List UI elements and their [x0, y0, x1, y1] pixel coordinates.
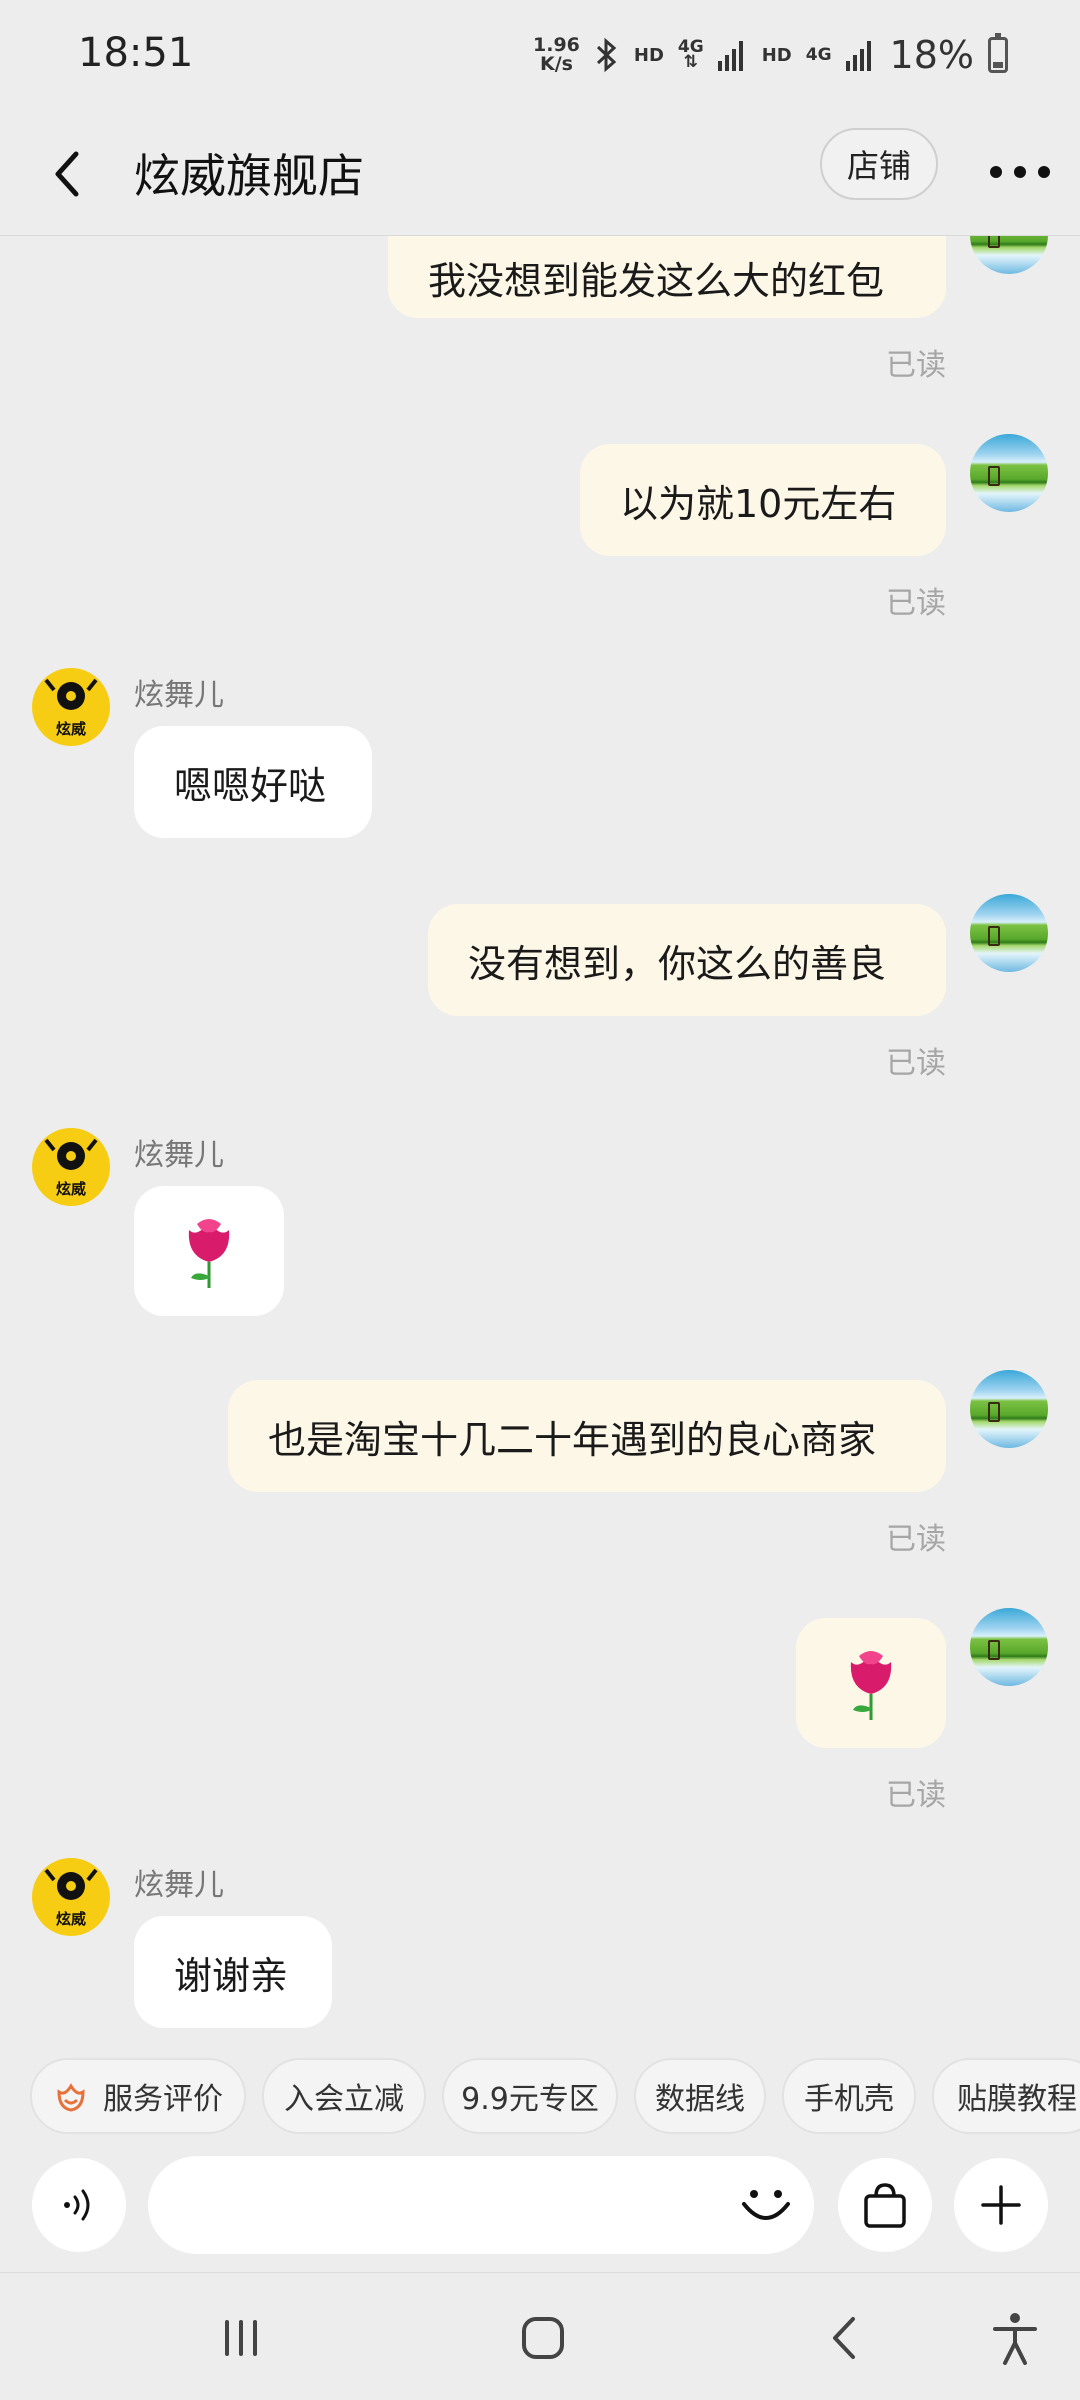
message-text: 以为就10元左右: [620, 481, 897, 526]
chat-title: 炫威旗舰店: [134, 149, 364, 203]
message-bubble-mine[interactable]: 以为就10元左右: [580, 444, 946, 556]
message-text: 谢谢亲: [174, 1953, 289, 1998]
signal-icon-1: [717, 41, 743, 71]
read-status: 已读: [886, 1522, 946, 1557]
data-arrows-icon: ⇅: [683, 52, 698, 72]
4g-label-1: 4G ⇅: [678, 39, 704, 72]
chip-label: 手机壳: [804, 2082, 894, 2117]
message-text: 没有想到，你这么的善良: [468, 941, 887, 986]
sticker-bubble-mine[interactable]: [796, 1618, 946, 1748]
shop-avatar[interactable]: 炫威: [32, 1128, 110, 1206]
system-back-button[interactable]: [810, 2303, 880, 2373]
chip-9-9-zone[interactable]: 9.9元专区: [442, 2058, 618, 2134]
message-bubble-theirs[interactable]: 谢谢亲: [134, 1916, 332, 2028]
chip-label: 数据线: [655, 2082, 745, 2117]
service-icon: [57, 2083, 85, 2112]
message-text: 也是淘宝十几二十年遇到的良心商家: [268, 1417, 877, 1462]
status-icons: 1.96 K/s HD 4G ⇅ HD 4G 18%: [533, 30, 1008, 80]
read-status: 已读: [886, 1778, 946, 1813]
recent-apps-button[interactable]: [206, 2303, 276, 2373]
chip-phone-case[interactable]: 手机壳: [782, 2058, 916, 2134]
network-speed-unit: K/s: [539, 53, 573, 75]
read-status: 已读: [886, 348, 946, 383]
shop-logo-icon: 炫威: [44, 678, 98, 738]
product-button[interactable]: [838, 2158, 932, 2252]
hd-label-1: HD: [633, 44, 664, 66]
voice-button[interactable]: [32, 2158, 126, 2252]
message-input[interactable]: [148, 2156, 814, 2254]
sender-name: 炫舞儿: [134, 1868, 224, 1903]
shop-logo-icon: 炫威: [44, 1868, 98, 1928]
chip-label: 贴膜教程: [957, 2082, 1077, 2117]
shop-avatar[interactable]: 炫威: [32, 668, 110, 746]
system-back-icon: [833, 2317, 855, 2359]
status-bar: 18:51 1.96 K/s HD 4G ⇅ HD 4G 18%: [0, 0, 1080, 110]
4g-text-2: 4G: [805, 44, 832, 65]
chip-member-discount[interactable]: 入会立减: [262, 2058, 426, 2134]
message-list[interactable]: 我没想到能发这么大的红包 已读 以为就10元左右 已读 炫威 炫舞儿 嗯嗯好哒 …: [0, 236, 1080, 2036]
chip-label: 服务评价: [103, 2082, 223, 2117]
shopping-bag-icon: [864, 2183, 906, 2228]
signal-icon-2: [845, 41, 871, 71]
my-avatar[interactable]: [970, 894, 1048, 972]
message-bubble-theirs[interactable]: 嗯嗯好哒: [134, 726, 372, 838]
message-bubble-mine[interactable]: 我没想到能发这么大的红包: [388, 236, 946, 318]
back-arrow-icon[interactable]: [44, 138, 92, 210]
home-button[interactable]: [508, 2303, 578, 2373]
message-text: 我没想到能发这么大的红包: [428, 258, 885, 303]
rose-icon: [188, 1219, 230, 1288]
shop-avatar[interactable]: 炫威: [32, 1858, 110, 1936]
voice-icon: [64, 2189, 90, 2221]
my-avatar[interactable]: [970, 236, 1048, 274]
more-options-icon[interactable]: [988, 152, 1052, 192]
bluetooth-icon: [596, 37, 617, 73]
status-time: 18:51: [78, 30, 194, 76]
sticker-bubble-theirs[interactable]: [134, 1186, 284, 1316]
sender-name: 炫舞儿: [134, 1138, 224, 1173]
hd-label-2: HD: [761, 44, 792, 66]
message-bubble-mine[interactable]: 没有想到，你这么的善良: [428, 904, 946, 1016]
chat-header: 炫威旗舰店 店铺: [0, 110, 1080, 236]
shop-button[interactable]: 店铺: [820, 128, 938, 200]
my-avatar[interactable]: [970, 1608, 1048, 1686]
input-bar: [0, 2140, 1080, 2272]
network-speed: 1.96 K/s: [533, 36, 580, 74]
more-actions-button[interactable]: [954, 2158, 1048, 2252]
message-text: 嗯嗯好哒: [174, 763, 327, 808]
sender-name: 炫舞儿: [134, 678, 224, 713]
4g-label-2: 4G: [805, 44, 832, 65]
chip-label: 入会立减: [284, 2082, 404, 2117]
my-avatar[interactable]: [970, 1370, 1048, 1448]
svg-text:炫威: 炫威: [56, 1180, 86, 1198]
system-navigation-bar: [0, 2272, 1080, 2400]
shop-logo-icon: 炫威: [44, 1138, 98, 1198]
read-status: 已读: [886, 1046, 946, 1081]
battery-percent: 18%: [889, 33, 974, 77]
accessibility-button[interactable]: [980, 2303, 1050, 2373]
battery-icon: [988, 33, 1008, 73]
svg-text:炫威: 炫威: [56, 1910, 86, 1928]
emoji-icon[interactable]: [736, 2174, 796, 2234]
home-icon: [522, 2317, 564, 2359]
svg-text:炫威: 炫威: [56, 720, 86, 738]
message-bubble-mine[interactable]: 也是淘宝十几二十年遇到的良心商家: [228, 1380, 946, 1492]
chip-data-cable[interactable]: 数据线: [634, 2058, 766, 2134]
quick-reply-bar: 服务评价 入会立减 9.9元专区 数据线 手机壳 贴膜教程: [0, 2036, 1080, 2140]
chip-film-tutorial[interactable]: 贴膜教程: [932, 2058, 1080, 2134]
rose-icon: [850, 1651, 892, 1720]
my-avatar[interactable]: [970, 434, 1048, 512]
chip-label: 9.9元专区: [461, 2082, 599, 2117]
read-status: 已读: [886, 586, 946, 621]
accessibility-icon: [993, 2313, 1037, 2365]
chip-service-review[interactable]: 服务评价: [30, 2058, 246, 2134]
plus-icon: [981, 2185, 1021, 2225]
recent-apps-icon: [225, 2320, 257, 2356]
